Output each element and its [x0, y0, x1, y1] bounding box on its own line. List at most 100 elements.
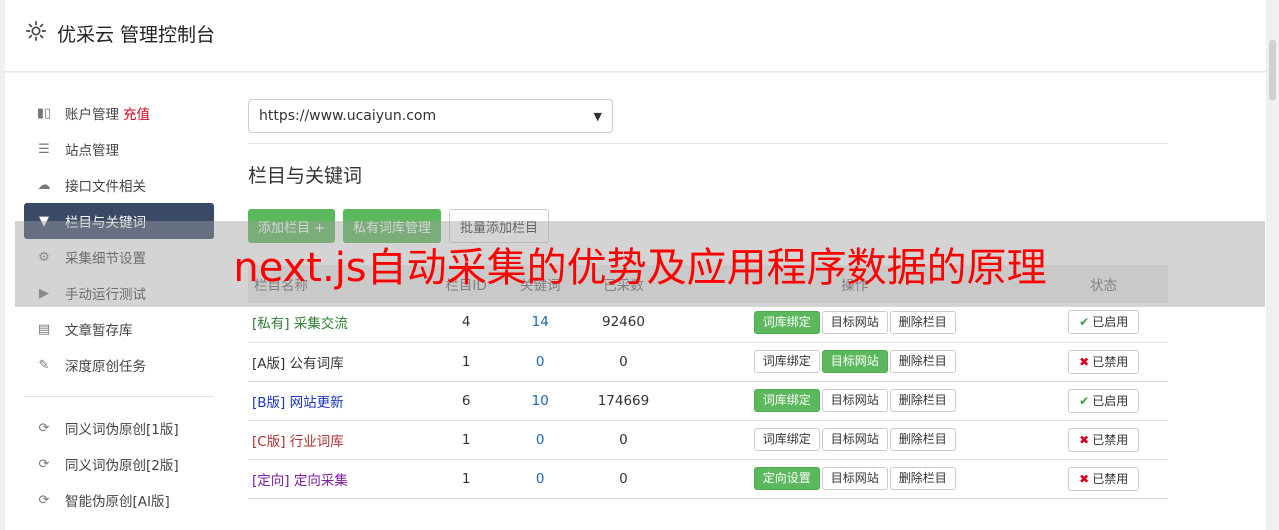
keyword-count[interactable]: 0	[503, 459, 577, 499]
column-name-cell[interactable]: [A版] 公有词库	[248, 342, 429, 382]
sidebar-item[interactable]: ✎ 深度原创任务	[24, 347, 214, 383]
bind-lib-button[interactable]: 词库绑定	[753, 389, 820, 412]
refresh-icon: ⟳	[38, 456, 50, 472]
cloud-upload-icon: ☁	[37, 177, 51, 193]
column-prefix: [B版]	[252, 394, 286, 411]
keyword-count[interactable]: 0	[503, 342, 577, 382]
close-icon: ✖	[1079, 354, 1090, 369]
actions-cell: 词库绑定 目标网站 删除栏目	[670, 303, 1040, 343]
delete-column-button[interactable]: 删除栏目	[889, 467, 956, 490]
sidebar-item-label: 账户管理	[65, 107, 119, 123]
close-icon: ✖	[1079, 432, 1090, 447]
sidebar-item[interactable]: ✎UWriter深度原创	[24, 518, 214, 530]
recharge-link[interactable]: 充值	[123, 103, 150, 123]
keyword-count[interactable]: 14	[503, 303, 577, 343]
header: 优采云 管理控制台	[5, 0, 1274, 72]
scrollbar-thumb[interactable]	[1269, 40, 1276, 100]
table-row: [私有] 采集交流 4 14 92460 词库绑定 目标网站 删除栏目 ✔ 已启用	[248, 303, 1168, 343]
column-name-cell[interactable]: [私有] 采集交流	[248, 303, 429, 343]
sidebar-item-label: 站点管理	[65, 143, 119, 159]
column-name-cell[interactable]: [C版] 行业词库	[248, 420, 429, 460]
divider	[248, 143, 1168, 144]
app-title: 优采云 管理控制台	[57, 24, 216, 46]
column-prefix: [C版]	[252, 433, 286, 450]
delete-column-button[interactable]: 删除栏目	[889, 428, 956, 451]
collected-count: 0	[576, 342, 671, 382]
sidebar-item[interactable]: ▤ 文章暂存库	[24, 311, 214, 347]
table-row: [定向] 定向采集 1 0 0 定向设置 目标网站 删除栏目 ✖ 已禁用	[248, 459, 1168, 499]
status-label: 已禁用	[1092, 471, 1129, 486]
site-select[interactable]: https://www.ucaiyun.com ▼	[248, 99, 613, 133]
delete-column-button[interactable]: 删除栏目	[889, 310, 956, 334]
sidebar-item[interactable]: ⟳ 同义词伪原创[1版]	[24, 410, 214, 446]
status-cell: ✔ 已启用	[1039, 303, 1168, 343]
sidebar-divider	[24, 396, 214, 397]
bar-chart-icon: ▮▯	[36, 105, 52, 121]
sidebar-item[interactable]: ☰ 站点管理	[24, 131, 214, 167]
bind-lib-button[interactable]: 词库绑定	[753, 310, 820, 334]
column-name: 行业词库	[289, 433, 344, 450]
column-prefix: [定向]	[252, 472, 290, 489]
refresh-icon: ⟳	[38, 492, 50, 508]
collected-count: 174669	[576, 381, 671, 421]
target-site-button[interactable]: 目标网站	[821, 467, 888, 490]
refresh-icon: ⟳	[38, 420, 50, 436]
collected-count: 0	[576, 420, 671, 460]
status-label: 已启用	[1092, 393, 1129, 408]
status-label: 已启用	[1092, 315, 1129, 330]
column-id: 4	[428, 303, 504, 343]
actions-cell: 词库绑定 目标网站 删除栏目	[670, 420, 1040, 460]
table-row: [A版] 公有词库 1 0 0 词库绑定 目标网站 删除栏目 ✖ 已禁用	[248, 342, 1168, 382]
column-id: 1	[428, 420, 504, 460]
keyword-count[interactable]: 0	[503, 420, 577, 460]
actions-cell: 词库绑定 目标网站 删除栏目	[670, 381, 1040, 421]
column-prefix: [A版]	[252, 355, 286, 372]
target-site-button[interactable]: 目标网站	[821, 310, 888, 334]
overlay-text: next.js自动采集的优势及应用程序数据的原理	[233, 245, 1047, 291]
column-name: 网站更新	[289, 394, 344, 411]
sidebar-item[interactable]: ☁ 接口文件相关	[24, 167, 214, 203]
column-name-cell[interactable]: [定向] 定向采集	[248, 459, 429, 499]
collected-count: 92460	[576, 303, 671, 343]
column-name: 公有词库	[289, 355, 344, 372]
sidebar-item-label: 智能伪原创[AI版]	[65, 494, 170, 510]
column-name-cell[interactable]: [B版] 网站更新	[248, 381, 429, 421]
sidebar-item-label: 同义词伪原创[1版]	[65, 422, 179, 438]
chevron-down-icon: ▼	[593, 109, 602, 123]
column-id: 1	[428, 342, 504, 382]
target-site-button[interactable]: 目标网站	[821, 389, 888, 412]
status-cell: ✖ 已禁用	[1039, 459, 1168, 499]
bind-lib-button[interactable]: 词库绑定	[753, 350, 820, 373]
sidebar-item[interactable]: ⟳ 同义词伪原创[2版]	[24, 446, 214, 482]
status-toggle[interactable]: ✖ 已禁用	[1068, 427, 1140, 452]
sidebar-item-label: 文章暂存库	[65, 323, 133, 339]
target-site-button[interactable]: 目标网站	[821, 350, 888, 373]
scrollbar[interactable]	[1266, 0, 1279, 530]
status-toggle[interactable]: ✔ 已启用	[1068, 388, 1140, 413]
status-cell: ✔ 已启用	[1039, 381, 1168, 421]
status-toggle[interactable]: ✖ 已禁用	[1068, 349, 1140, 374]
delete-column-button[interactable]: 删除栏目	[889, 350, 956, 373]
keyword-count[interactable]: 10	[503, 381, 577, 421]
server-icon: ☰	[38, 141, 50, 157]
sidebar-item[interactable]: ▮▯ 账户管理 充值	[24, 95, 214, 131]
sidebar-item[interactable]: ⟳ 智能伪原创[AI版]	[24, 482, 214, 518]
status-cell: ✖ 已禁用	[1039, 342, 1168, 382]
site-select-value: https://www.ucaiyun.com	[259, 108, 437, 124]
bind-lib-button[interactable]: 词库绑定	[753, 428, 820, 451]
gear-icon	[26, 21, 46, 41]
status-toggle[interactable]: ✖ 已禁用	[1068, 466, 1140, 491]
table-row: [C版] 行业词库 1 0 0 词库绑定 目标网站 删除栏目 ✖ 已禁用	[248, 420, 1168, 460]
actions-cell: 定向设置 目标网站 删除栏目	[670, 459, 1040, 499]
delete-column-button[interactable]: 删除栏目	[889, 389, 956, 412]
target-site-button[interactable]: 目标网站	[821, 428, 888, 451]
status-label: 已禁用	[1092, 432, 1129, 447]
column-name: 采集交流	[293, 316, 348, 333]
close-icon: ✖	[1079, 471, 1090, 486]
sidebar-item-label: UWriter深度原创	[65, 526, 170, 530]
database-icon: ▤	[37, 321, 51, 337]
status-toggle[interactable]: ✔ 已启用	[1068, 310, 1140, 335]
sidebar-item-label: 接口文件相关	[65, 179, 146, 195]
bind-lib-button[interactable]: 定向设置	[753, 467, 820, 490]
sidebar-item-label: 深度原创任务	[65, 359, 146, 375]
